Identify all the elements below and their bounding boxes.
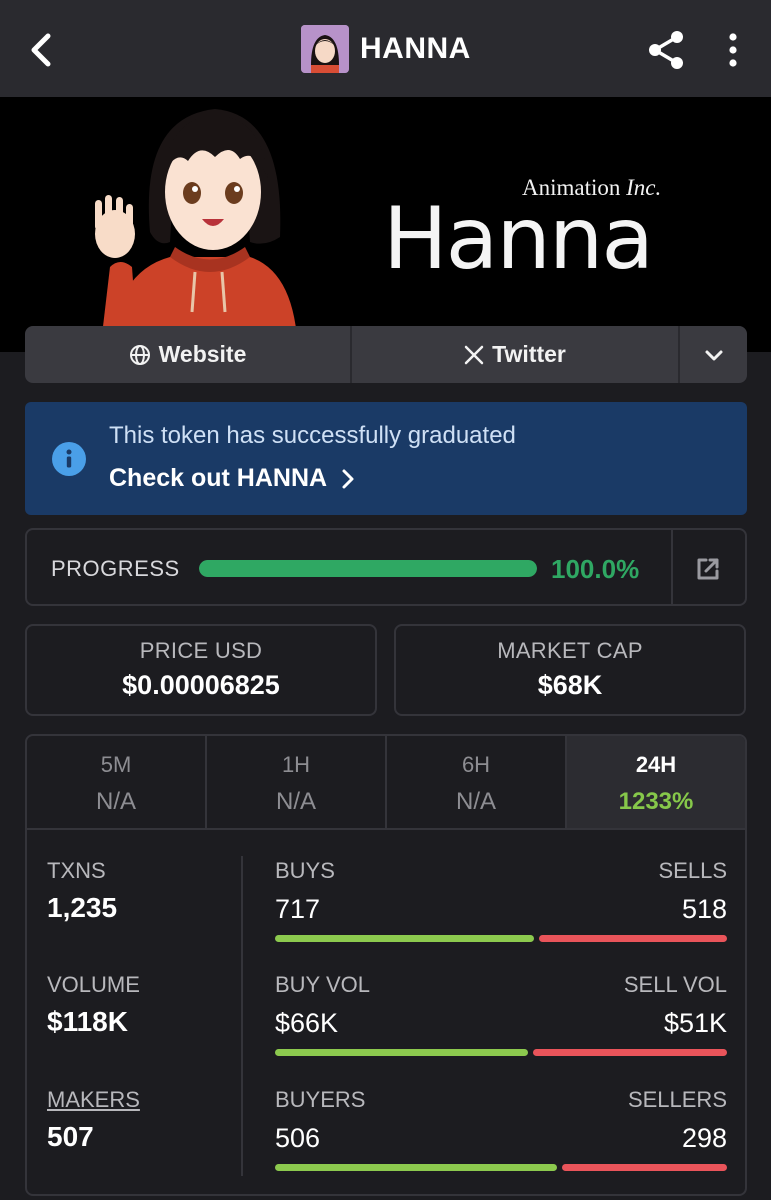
token-name: HANNA xyxy=(360,32,471,65)
buy-sell-volume-ratio: BUY VOL SELL VOL $66K $51K xyxy=(275,972,727,1056)
character-illustration xyxy=(95,109,298,352)
check-out-label: Check out HANNA xyxy=(109,464,328,492)
share-icon xyxy=(649,31,683,69)
graduation-notice: This token has successfully graduated Ch… xyxy=(25,402,747,515)
price-usd-value: $0.00006825 xyxy=(122,670,280,700)
more-options-button[interactable] xyxy=(718,28,748,72)
progress-bar xyxy=(199,560,537,577)
info-icon xyxy=(52,442,86,476)
market-cap-value: $68K xyxy=(537,670,603,700)
price-usd-label: PRICE USD xyxy=(139,638,263,663)
more-links-dropdown[interactable] xyxy=(680,326,747,383)
buys-label: BUYS xyxy=(275,858,335,883)
tab-1h[interactable]: 1H N/A xyxy=(207,736,387,828)
tab-5m[interactable]: 5M N/A xyxy=(27,736,207,828)
buy-vol-value: $66K xyxy=(275,1008,339,1038)
trading-stats-panel: 5M N/A 1H N/A 6H N/A 24H 1233% TXNS 1,23… xyxy=(25,734,747,1196)
buy-bar-segment xyxy=(275,935,535,942)
volume-label: VOLUME xyxy=(47,972,140,997)
progress-label: PROGRESS xyxy=(51,556,180,581)
txns-value: 1,235 xyxy=(47,892,118,923)
external-link-icon xyxy=(697,558,719,580)
divider xyxy=(671,530,673,604)
makers-metric: MAKERS 507 xyxy=(47,1087,140,1153)
check-out-link[interactable]: Check out HANNA xyxy=(109,464,355,493)
notice-message: This token has successfully graduated xyxy=(109,422,516,449)
progress-value: 100.0% xyxy=(551,554,640,584)
share-button[interactable] xyxy=(646,28,688,72)
globe-icon xyxy=(129,344,150,365)
buy-vol-label: BUY VOL xyxy=(275,972,370,997)
tab-label: 24H xyxy=(635,752,677,777)
sell-bar-segment xyxy=(561,1164,727,1171)
open-external-button[interactable] xyxy=(693,554,723,584)
market-cap-label: MARKET CAP xyxy=(497,638,643,663)
tab-label: 5M xyxy=(100,752,132,777)
market-cap-card: MARKET CAP $68K xyxy=(394,624,746,716)
sells-label: SELLS xyxy=(658,858,728,883)
buyers-label: BUYERS xyxy=(275,1087,366,1112)
buys-sells-ratio: BUYS SELLS 717 518 xyxy=(275,858,727,942)
tab-value: N/A xyxy=(455,788,496,815)
buys-sells-bar xyxy=(275,935,727,942)
sellers-label: SELLERS xyxy=(627,1087,727,1112)
tab-value: 1233% xyxy=(618,788,694,815)
top-bar: HANNA xyxy=(0,0,771,97)
buy-bar-segment xyxy=(275,1164,557,1171)
token-banner: Animation Inc. Hanna xyxy=(0,97,771,352)
website-link-button[interactable]: Website xyxy=(25,326,352,383)
chevron-right-icon xyxy=(342,469,354,488)
buy-sell-volume-bar xyxy=(275,1049,727,1056)
buy-bar-segment xyxy=(275,1049,528,1056)
timeframe-tabs: 5M N/A 1H N/A 6H N/A 24H 1233% xyxy=(27,736,745,830)
more-vertical-icon xyxy=(729,33,737,67)
token-avatar xyxy=(301,25,349,73)
sell-vol-label: SELL VOL xyxy=(623,972,727,997)
buyers-sellers-ratio: BUYERS SELLERS 506 298 xyxy=(275,1087,727,1171)
twitter-label: Twitter xyxy=(492,341,566,367)
tab-6h[interactable]: 6H N/A xyxy=(387,736,567,828)
progress-bar-fill xyxy=(199,560,537,577)
tab-label: 6H xyxy=(461,752,491,777)
tab-24h[interactable]: 24H 1233% xyxy=(567,736,745,828)
volume-metric: VOLUME $118K xyxy=(47,972,140,1038)
buys-value: 717 xyxy=(275,894,321,924)
sells-value: 518 xyxy=(681,894,727,924)
social-links-bar: Website Twitter xyxy=(25,326,747,383)
sell-vol-value: $51K xyxy=(663,1008,727,1038)
chevron-left-icon xyxy=(31,33,51,67)
txns-label: TXNS xyxy=(47,858,106,883)
buyers-sellers-bar xyxy=(275,1164,727,1171)
website-label: Website xyxy=(158,341,247,367)
metrics-divider xyxy=(241,856,243,1176)
price-usd-card: PRICE USD $0.00006825 xyxy=(25,624,377,716)
chevron-down-icon xyxy=(705,350,722,360)
tab-value: N/A xyxy=(95,788,136,815)
tab-value: N/A xyxy=(275,788,316,815)
sell-bar-segment xyxy=(532,1049,727,1056)
makers-value: 507 xyxy=(47,1121,94,1152)
banner-logo: Hanna xyxy=(383,189,654,289)
twitter-link-button[interactable]: Twitter xyxy=(352,326,680,383)
tab-label: 1H xyxy=(281,752,311,777)
x-logo-icon xyxy=(464,345,484,364)
token-title: HANNA xyxy=(301,25,471,73)
txns-metric: TXNS 1,235 xyxy=(47,858,117,924)
progress-card: PROGRESS 100.0% xyxy=(25,528,747,606)
makers-link[interactable]: MAKERS xyxy=(47,1087,140,1113)
sell-bar-segment xyxy=(539,935,727,942)
volume-value: $118K xyxy=(47,1006,128,1037)
back-button[interactable] xyxy=(22,28,62,72)
buyers-value: 506 xyxy=(275,1123,321,1153)
sellers-value: 298 xyxy=(681,1123,727,1153)
